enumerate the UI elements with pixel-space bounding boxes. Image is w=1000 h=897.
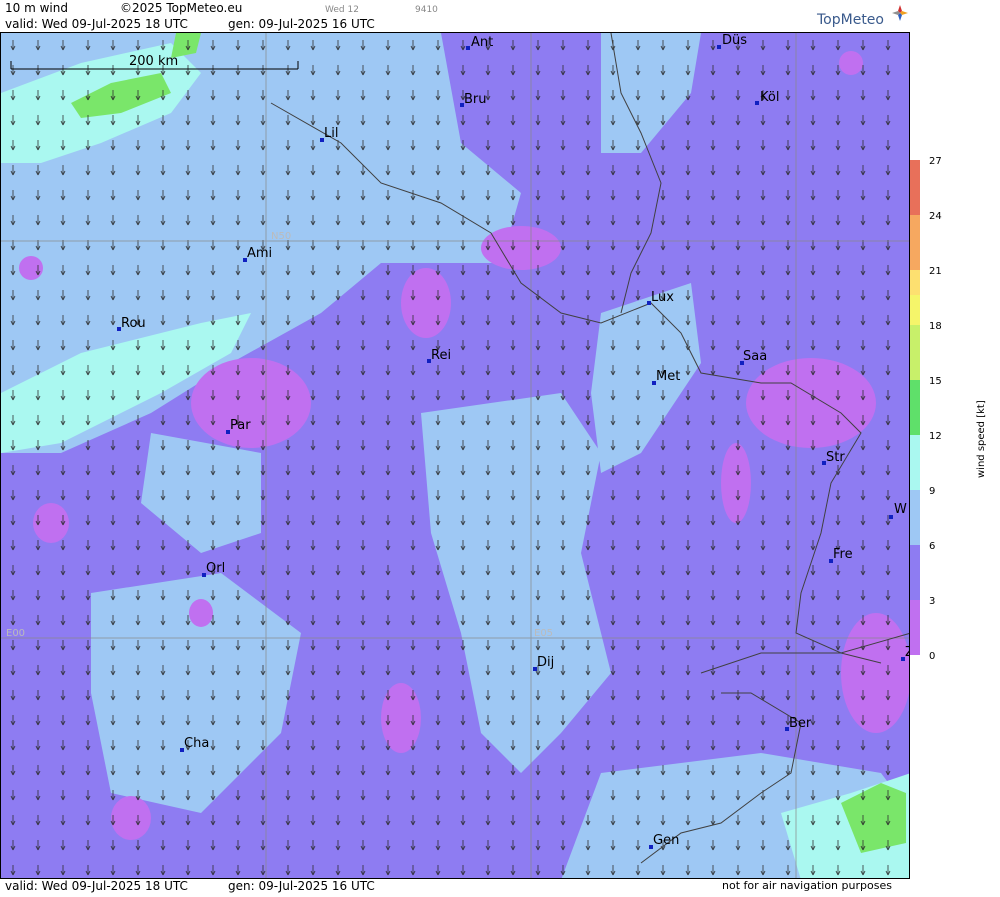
legend-band-19-21 (910, 270, 920, 295)
legend-title: wind speed [kt] (976, 400, 987, 478)
wind-map[interactable]: N50 E00 E05 200 km Ant Düs Bru Köl Lil A… (0, 32, 910, 879)
grid-label-e00: E00 (6, 628, 25, 639)
svg-text:Met: Met (656, 369, 680, 384)
svg-text:Lux: Lux (651, 290, 674, 305)
legend-tick-3: 3 (929, 596, 935, 607)
svg-text:Köl: Köl (760, 90, 779, 105)
legend-tick-6: 6 (929, 541, 935, 552)
city-orl: Orl (202, 561, 225, 577)
legend-band-24-27 (910, 160, 920, 215)
city-dus: Düs (717, 33, 747, 49)
city-fre: Fre (829, 547, 853, 563)
legend-band-21-24 (910, 215, 920, 270)
svg-text:W: W (894, 502, 907, 517)
wind-arrow-field (1, 33, 909, 878)
topmeteo-logo: TopMeteo (815, 4, 910, 30)
svg-text:Lil: Lil (324, 126, 338, 141)
legend-colorbar (910, 160, 920, 655)
product-title: 10 m wind (5, 1, 68, 15)
svg-text:Par: Par (230, 418, 251, 433)
wind-speed-legend: 27 24 21 18 15 12 9 6 3 0 wind speed [kt… (910, 0, 1000, 893)
city-ami: Ami (243, 246, 272, 262)
logo-text: TopMeteo (816, 12, 884, 28)
generated-time: gen: 09-Jul-2025 16 UTC (228, 17, 375, 31)
city-bru: Bru (460, 92, 487, 107)
svg-text:Fre: Fre (833, 547, 853, 562)
svg-text:Gen: Gen (653, 833, 679, 848)
svg-text:Str: Str (826, 450, 845, 465)
svg-text:Düs: Düs (722, 33, 747, 48)
svg-text:Ber: Ber (789, 716, 812, 731)
svg-text:Dij: Dij (537, 655, 554, 670)
city-saa: Saa (740, 349, 767, 365)
legend-tick-9: 9 (929, 486, 935, 497)
svg-text:Orl: Orl (206, 561, 225, 576)
svg-text:Cha: Cha (184, 736, 209, 751)
legend-tick-15: 15 (929, 376, 942, 387)
city-rou: Rou (117, 316, 146, 331)
legend-band-15-18 (910, 325, 920, 380)
city-rei: Rei (427, 348, 451, 363)
legend-band-3-6 (910, 545, 920, 600)
legend-band-0-3 (910, 600, 920, 655)
map-header: 10 m wind ©2025 TopMeteo.eu Wed 12 9410 … (0, 0, 910, 32)
legend-band-6-9 (910, 490, 920, 545)
legend-tick-24: 24 (929, 211, 942, 222)
map-footer: valid: Wed 09-Jul-2025 18 UTC gen: 09-Ju… (0, 879, 910, 893)
footer-valid-time: valid: Wed 09-Jul-2025 18 UTC (5, 879, 188, 893)
city-met: Met (652, 369, 680, 385)
legend-band-12-15 (910, 380, 920, 435)
valid-time: valid: Wed 09-Jul-2025 18 UTC (5, 17, 188, 31)
compass-star-icon (892, 5, 908, 21)
svg-text:Rei: Rei (431, 348, 451, 363)
legend-tick-18: 18 (929, 321, 942, 332)
svg-text:Saa: Saa (743, 349, 767, 364)
city-par: Par (226, 418, 251, 434)
legend-tick-12: 12 (929, 431, 942, 442)
city-gen: Gen (649, 833, 679, 849)
legend-band-9-12 (910, 435, 920, 490)
run-code: 9410 (415, 5, 438, 15)
city-lux: Lux (647, 290, 674, 305)
day-label: Wed 12 (325, 5, 359, 15)
footer-generated-time: gen: 09-Jul-2025 16 UTC (228, 879, 375, 893)
city-ant: Ant (466, 35, 493, 50)
wind-map-canvas: N50 E00 E05 200 km Ant Düs Bru Köl Lil A… (1, 33, 909, 878)
city-dij: Dij (533, 655, 554, 671)
legend-band-18-19 (910, 295, 920, 325)
svg-text:Bru: Bru (464, 92, 487, 107)
copyright: ©2025 TopMeteo.eu (120, 1, 243, 15)
svg-text:Rou: Rou (121, 316, 146, 331)
svg-text:Ami: Ami (247, 246, 272, 261)
legend-tick-27: 27 (929, 156, 942, 167)
city-cha: Cha (180, 736, 209, 752)
grid-label-n50: N50 (271, 231, 291, 242)
grid-label-e05: E05 (534, 628, 553, 639)
city-ber: Ber (785, 716, 812, 731)
disclaimer: not for air navigation purposes (722, 879, 892, 892)
svg-text:Ant: Ant (471, 35, 493, 50)
legend-tick-0: 0 (929, 651, 935, 662)
city-str: Str (822, 450, 845, 465)
legend-tick-21: 21 (929, 266, 942, 277)
scale-bar-label: 200 km (129, 54, 178, 69)
